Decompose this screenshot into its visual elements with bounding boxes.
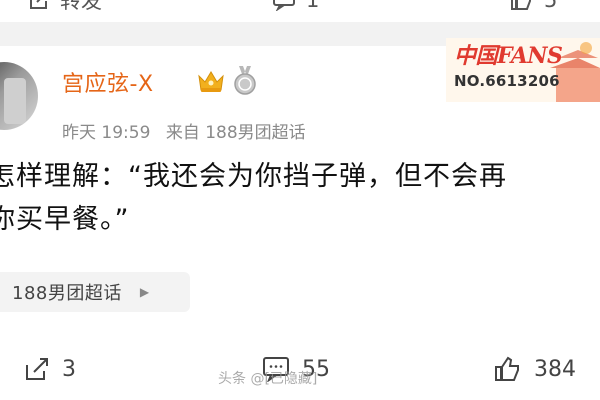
avatar[interactable] (0, 62, 38, 130)
post-body: 怎样理解：“我还会为你挡子弹，但不会再 你买早餐。” (0, 155, 600, 241)
post-source[interactable]: 来自 188男团超话 (166, 123, 306, 143)
author-name[interactable]: 宫应弦-X (62, 66, 154, 98)
watermark: 头条 @[已隐藏] (218, 371, 318, 387)
comment-count-top: 1 (306, 0, 320, 12)
topic-label: 188男团超话 (12, 283, 122, 304)
topic-chip[interactable]: 188男团超话 ▶ (0, 272, 190, 312)
post-text-line-2: 你买早餐。” (0, 204, 130, 235)
crown-icon (198, 71, 224, 92)
like-action-top[interactable]: 5 (510, 0, 557, 22)
post-meta: 昨天 19:59 来自 188男团超话 (62, 118, 316, 143)
thumbs-up-icon (495, 356, 519, 381)
repost-action-top[interactable]: 转发 (28, 0, 102, 22)
thumbs-up-icon (511, 0, 531, 10)
repost-button[interactable]: 3 (24, 346, 76, 392)
fan-badge-title: 中国FANS (454, 43, 563, 69)
fan-badge[interactable]: 中国FANS NO.6613206 (446, 38, 600, 102)
repost-count: 3 (62, 356, 76, 382)
like-count: 384 (534, 356, 576, 382)
medal-icon (234, 66, 256, 95)
chevron-right-icon: ▶ (139, 285, 150, 299)
repost-icon (26, 358, 48, 380)
like-count-top: 5 (544, 0, 558, 12)
like-button[interactable]: 384 (494, 346, 576, 392)
repost-icon (30, 0, 47, 9)
comment-icon (273, 0, 295, 11)
previous-post-action-bar: 转发 1 5 (0, 0, 600, 22)
post-timestamp: 昨天 19:59 (62, 123, 151, 143)
fan-badge-number: NO.6613206 (454, 72, 560, 90)
repost-label-top: 转发 (60, 0, 102, 13)
post-text-line-1: 怎样理解：“我还会为你挡子弹，但不会再 (0, 161, 507, 192)
comment-action-top[interactable]: 1 (272, 0, 319, 22)
